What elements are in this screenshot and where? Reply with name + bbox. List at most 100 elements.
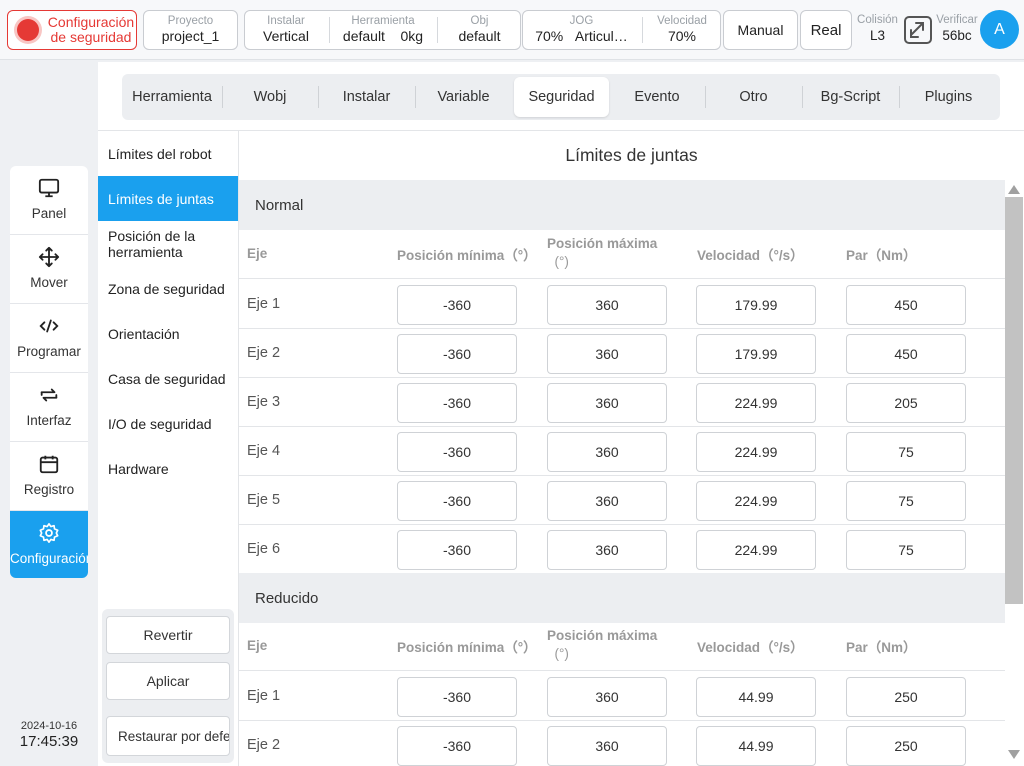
nav-item-label: Mover — [30, 275, 68, 290]
safety-config-button[interactable]: Configuración de seguridad — [7, 10, 137, 50]
scroll-down-arrow[interactable] — [1008, 750, 1020, 759]
speed-input[interactable]: 224.99 — [696, 481, 816, 521]
nav-item-panel[interactable]: Panel — [10, 166, 88, 235]
tool-label: Herramienta — [351, 15, 415, 27]
collision-level[interactable]: Colisión L3 — [854, 14, 901, 43]
table-header-reduced: Eje Posición mínima（°） Posición máxima (… — [239, 622, 1005, 671]
tab-seguridad[interactable]: Seguridad — [514, 77, 609, 117]
expand-icon[interactable] — [903, 15, 933, 45]
safety-status-indicator — [17, 19, 39, 41]
axis-label: Eje 3 — [247, 394, 281, 410]
table-row: Eje 1 -360 360 179.99 450 — [239, 280, 1005, 329]
speed-input[interactable]: 44.99 — [696, 677, 816, 717]
installation-panel[interactable]: Instalar Vertical Herramienta default 0k… — [244, 10, 521, 50]
system-clock: 2024-10-16 17:45:39 — [10, 720, 88, 750]
speed-input[interactable]: 179.99 — [696, 334, 816, 374]
real-mode-button[interactable]: Real — [800, 10, 852, 50]
max-position-input[interactable]: 360 — [547, 677, 667, 717]
header-torque: Par（Nm） — [846, 248, 917, 263]
tab-wobj[interactable]: Wobj — [222, 74, 318, 120]
nav-item-program[interactable]: Programar — [10, 304, 88, 373]
max-position-input[interactable]: 360 — [547, 530, 667, 570]
min-position-input[interactable]: -360 — [397, 383, 517, 423]
header-max-position: Posición máxima (°) — [547, 628, 658, 661]
revert-button[interactable]: Revertir — [106, 616, 230, 654]
torque-input[interactable]: 205 — [846, 383, 966, 423]
calendar-icon — [39, 455, 59, 474]
apply-button[interactable]: Aplicar — [106, 662, 230, 700]
joint-limits-content: Límites de juntas Normal Eje Posición mí… — [239, 131, 1024, 766]
nav-item-move[interactable]: Mover — [10, 235, 88, 304]
header-axis: Eje — [247, 638, 268, 653]
axis-label: Eje 6 — [247, 541, 281, 557]
axis-label: Eje 2 — [247, 345, 281, 361]
tab-variable[interactable]: Variable — [415, 74, 512, 120]
subnav-robot-limits[interactable]: Límites del robot — [98, 131, 238, 176]
min-position-input[interactable]: -360 — [397, 677, 517, 717]
max-position-input[interactable]: 360 — [547, 432, 667, 472]
nav-item-log[interactable]: Registro — [10, 442, 88, 511]
safety-subnav: Límites del robot Límites de juntas Posi… — [98, 131, 238, 609]
subnav-safety-io[interactable]: I/O de seguridad — [98, 401, 238, 446]
nav-item-configuration[interactable]: Configuración — [10, 511, 88, 578]
scroll-up-arrow[interactable] — [1008, 185, 1020, 194]
code-icon — [39, 319, 59, 333]
tab-otro[interactable]: Otro — [705, 74, 802, 120]
subnav-tool-position[interactable]: Posición de la herramienta — [98, 221, 238, 266]
speed-input[interactable]: 224.99 — [696, 432, 816, 472]
speed-input[interactable]: 224.99 — [696, 383, 816, 423]
max-position-input[interactable]: 360 — [547, 481, 667, 521]
table-row: Eje 5 -360 360 224.99 75 — [239, 476, 1005, 525]
min-position-input[interactable]: -360 — [397, 432, 517, 472]
tab-evento[interactable]: Evento — [609, 74, 705, 120]
user-avatar[interactable]: A — [980, 10, 1019, 49]
action-buttons: Revertir Aplicar Restaurar por defecto — [102, 609, 234, 763]
tool-value: default 0kg — [342, 28, 424, 44]
max-position-input[interactable]: 360 — [547, 285, 667, 325]
min-position-input[interactable]: -360 — [397, 334, 517, 374]
min-position-input[interactable]: -360 — [397, 530, 517, 570]
torque-input[interactable]: 75 — [846, 432, 966, 472]
verify-code[interactable]: Verificar 56bc — [934, 14, 980, 43]
subnav-safety-home[interactable]: Casa de seguridad — [98, 356, 238, 401]
subnav-safety-zone[interactable]: Zona de seguridad — [98, 266, 238, 311]
tab-herramienta[interactable]: Herramienta — [122, 74, 222, 120]
max-position-input[interactable]: 360 — [547, 726, 667, 766]
project-label: Proyecto — [167, 15, 214, 27]
restore-defaults-button[interactable]: Restaurar por defecto — [106, 716, 230, 756]
project-selector[interactable]: Proyecto project_1 — [143, 10, 238, 50]
subnav-hardware[interactable]: Hardware — [98, 446, 238, 491]
subnav-joint-limits[interactable]: Límites de juntas — [98, 176, 238, 221]
tab-plugins[interactable]: Plugins — [899, 74, 998, 120]
min-position-input[interactable]: -360 — [397, 481, 517, 521]
section-normal: Normal — [239, 180, 1005, 230]
header-min-position: Posición mínima（°） — [397, 640, 537, 655]
torque-input[interactable]: 250 — [846, 726, 966, 766]
speed-input[interactable]: 179.99 — [696, 285, 816, 325]
header-axis: Eje — [247, 246, 268, 261]
speed-input[interactable]: 224.99 — [696, 530, 816, 570]
nav-item-interface[interactable]: Interfaz — [10, 373, 88, 442]
content-scrollbar[interactable] — [1004, 182, 1024, 766]
torque-input[interactable]: 75 — [846, 530, 966, 570]
max-position-input[interactable]: 360 — [547, 383, 667, 423]
min-position-input[interactable]: -360 — [397, 285, 517, 325]
torque-input[interactable]: 250 — [846, 677, 966, 717]
install-label: Instalar — [267, 15, 305, 27]
subnav-orientation[interactable]: Orientación — [98, 311, 238, 356]
torque-input[interactable]: 450 — [846, 285, 966, 325]
torque-input[interactable]: 75 — [846, 481, 966, 521]
project-value: project_1 — [161, 28, 220, 44]
tab-instalar[interactable]: Instalar — [318, 74, 415, 120]
settings-tabbar: Herramienta Wobj Instalar Variable Segur… — [122, 74, 1000, 120]
safety-config-label: Configuración de seguridad — [47, 14, 135, 45]
manual-mode-button[interactable]: Manual — [723, 10, 798, 50]
monitor-icon — [38, 178, 60, 198]
tab-bg-script[interactable]: Bg-Script — [802, 74, 899, 120]
torque-input[interactable]: 450 — [846, 334, 966, 374]
jog-speed-panel[interactable]: JOG 70% Articul… Velocidad 70% — [522, 10, 721, 50]
min-position-input[interactable]: -360 — [397, 726, 517, 766]
speed-input[interactable]: 44.99 — [696, 726, 816, 766]
max-position-input[interactable]: 360 — [547, 334, 667, 374]
scrollbar-thumb[interactable] — [1005, 197, 1023, 604]
